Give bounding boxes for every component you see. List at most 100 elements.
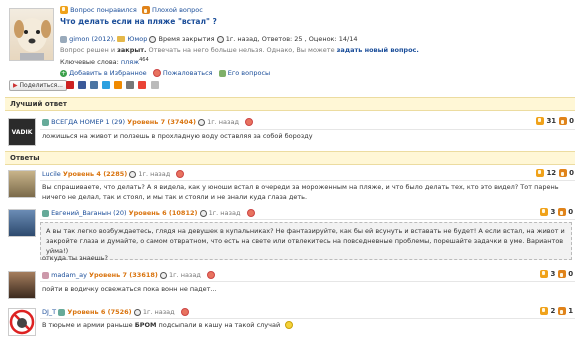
odnoklassniki-icon[interactable] bbox=[114, 81, 123, 89]
mail-social-icon[interactable] bbox=[66, 81, 74, 89]
thumb-up-icon[interactable] bbox=[540, 208, 548, 216]
best-answer-ago: 1г. назад bbox=[207, 118, 239, 126]
answer-level: Уровень 4 (2285) bbox=[62, 170, 128, 178]
vk-icon[interactable] bbox=[90, 81, 99, 89]
thumb-down-icon[interactable] bbox=[558, 169, 567, 177]
complain-icon bbox=[152, 69, 161, 77]
answer-votes: 12 0 bbox=[536, 169, 574, 177]
question-category[interactable]: Юмор bbox=[127, 35, 147, 43]
thumb-up-icon[interactable] bbox=[540, 270, 548, 278]
keywords: Ключевые слова: пляж464 bbox=[60, 57, 149, 66]
thumb-up-icon[interactable] bbox=[540, 307, 548, 315]
votes-down: 0 bbox=[569, 169, 574, 177]
answer-text: В тюрьме и армии раньше БРОМ подсыпали в… bbox=[42, 320, 572, 330]
ask-new-question-link[interactable]: задать новый вопрос. bbox=[337, 46, 419, 54]
twitter-icon[interactable] bbox=[102, 81, 111, 89]
votes-up: 3 bbox=[550, 208, 556, 216]
thumb-up-icon[interactable] bbox=[60, 6, 68, 14]
answer-avatar bbox=[8, 308, 36, 336]
keywords-label: Ключевые слова: bbox=[60, 58, 119, 67]
share-icon: ▶ bbox=[13, 82, 18, 89]
answers-count: Ответов: 25 , bbox=[261, 35, 307, 43]
thumb-down-icon[interactable] bbox=[558, 117, 567, 125]
votes-down: 0 bbox=[568, 270, 574, 278]
answer-votes: 3 0 bbox=[540, 208, 573, 216]
clock-icon bbox=[133, 308, 141, 316]
clock-icon bbox=[199, 209, 207, 217]
add-favorite-link[interactable]: Добавить в Избранное bbox=[69, 69, 147, 77]
clock-icon bbox=[198, 118, 206, 126]
answer-meta: Lucile Уровень 4 (2285) 1г. назад bbox=[42, 170, 185, 178]
clock-icon bbox=[149, 35, 157, 43]
thumb-down-icon[interactable] bbox=[557, 307, 566, 315]
answer-user[interactable]: Lucile bbox=[42, 170, 61, 178]
report-icon[interactable] bbox=[246, 209, 255, 217]
report-icon[interactable] bbox=[206, 271, 215, 279]
votes-up: 31 bbox=[546, 117, 557, 125]
status-rest: Отвечать на него больше нельзя. Однако, … bbox=[148, 46, 335, 54]
answer-ago: 1г. назад bbox=[138, 170, 171, 178]
answer-text-post: подсыпали в кашу на такой случай bbox=[158, 321, 281, 329]
votes-up: 12 bbox=[546, 169, 557, 177]
question-avatar bbox=[9, 8, 54, 61]
no-entry-icon bbox=[9, 309, 35, 335]
best-answer-header: Лучший ответ bbox=[5, 97, 575, 111]
google-icon[interactable] bbox=[138, 81, 147, 89]
thumb-down-icon[interactable] bbox=[557, 208, 566, 216]
livejournal-icon[interactable] bbox=[126, 81, 135, 89]
thumb-down-icon[interactable] bbox=[557, 270, 566, 278]
best-answer-user[interactable]: ВСЕГДА НОМЕР 1 (29) bbox=[51, 118, 125, 126]
answer-text: откуда ты знаешь? bbox=[42, 254, 108, 262]
answer-text-bold: БРОМ bbox=[134, 321, 157, 329]
answer-avatar bbox=[8, 170, 36, 198]
thumb-up-icon[interactable] bbox=[536, 169, 544, 177]
keyword-link[interactable]: пляж bbox=[121, 58, 139, 66]
user-icon bbox=[42, 118, 49, 126]
status-prefix: Вопрос решен и bbox=[60, 46, 116, 54]
more-share-icon[interactable] bbox=[150, 81, 159, 89]
votes-down: 1 bbox=[568, 307, 574, 315]
complain-link[interactable]: Пожаловаться bbox=[163, 69, 213, 77]
answer-avatar bbox=[8, 271, 36, 299]
report-icon[interactable] bbox=[176, 170, 185, 178]
user-icon bbox=[58, 308, 66, 316]
thumb-down-icon[interactable] bbox=[141, 6, 150, 14]
question-author[interactable]: gimon (2012), bbox=[69, 35, 115, 43]
answer-text-pre: В тюрьме и армии раньше bbox=[42, 321, 133, 329]
answer-ago: 1г. назад bbox=[169, 271, 201, 279]
answer-votes: 2 1 bbox=[540, 307, 573, 315]
clock-icon bbox=[129, 170, 137, 178]
dislike-question-link[interactable]: Плохой вопрос bbox=[152, 6, 203, 14]
best-answer-avatar: VADIK bbox=[8, 118, 36, 146]
like-question-link[interactable]: Вопрос понравился bbox=[70, 6, 137, 14]
facebook-icon[interactable] bbox=[78, 81, 87, 89]
share-button[interactable]: ▶ Поделиться... bbox=[9, 80, 67, 91]
answer-ago: 1г. назад bbox=[208, 209, 241, 217]
answer-votes: 3 0 bbox=[540, 270, 573, 278]
question-status: Вопрос решен и закрыт. Отвечать на него … bbox=[60, 46, 419, 54]
answer-user[interactable]: DJ_T bbox=[42, 308, 56, 316]
keyword-count: 464 bbox=[139, 57, 149, 63]
answer-user[interactable]: Евгений_Baraнын (20) bbox=[51, 209, 126, 217]
question-ago: 1г. назад, bbox=[225, 35, 260, 43]
best-answer-text: ложишься на живот и ползешь в прохладную… bbox=[42, 132, 313, 140]
report-icon[interactable] bbox=[245, 118, 254, 126]
best-answer-level: Уровень 7 (37404) bbox=[127, 118, 196, 126]
answer-meta: madam_ay Уровень 7 (33618) 1г. назад bbox=[42, 271, 215, 279]
thumb-up-icon[interactable] bbox=[536, 117, 544, 125]
report-icon[interactable] bbox=[180, 308, 189, 316]
user-icon bbox=[42, 271, 49, 279]
user-icon bbox=[42, 209, 49, 217]
score-count: Оценок: 14/14 bbox=[308, 35, 358, 43]
user-questions-icon bbox=[218, 69, 226, 77]
answer-user[interactable]: madam_ay bbox=[51, 271, 87, 279]
clock-icon bbox=[216, 35, 224, 43]
question-actions: + Добавить в Избранное Пожаловаться Его … bbox=[60, 69, 270, 77]
add-favorite-icon: + bbox=[60, 69, 67, 77]
folder-icon bbox=[117, 36, 126, 42]
question-title[interactable]: Что делать если на пляже "встал" ? bbox=[60, 17, 217, 26]
smiley-icon bbox=[285, 321, 294, 329]
his-questions-link[interactable]: Его вопросы bbox=[228, 69, 270, 77]
clock-icon bbox=[159, 271, 167, 279]
answer-avatar bbox=[8, 209, 36, 237]
